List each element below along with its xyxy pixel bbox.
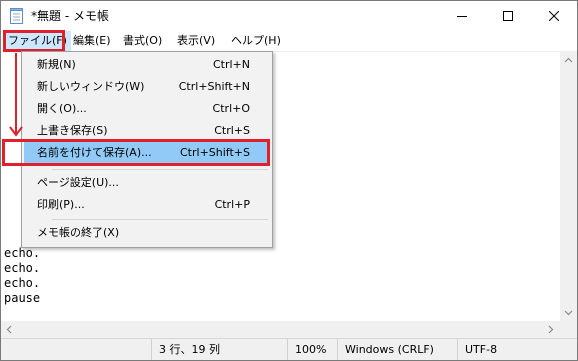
maximize-icon: [503, 11, 513, 21]
menu-item-label: 新しいウィンドウ(W): [37, 80, 145, 93]
menu-bar: ファイル(F) 編集(E) 書式(O) 表示(V) ヘルプ(H): [1, 31, 577, 52]
editor-line: echo.: [4, 246, 41, 260]
status-cursor-position: 3 行、19 列: [151, 339, 285, 360]
notepad-app-icon: [10, 8, 23, 24]
close-button[interactable]: [531, 1, 577, 31]
minimize-button[interactable]: [439, 1, 485, 31]
close-icon: [549, 11, 559, 21]
menu-item-label: 開く(O)...: [37, 102, 87, 115]
menu-item-label: 印刷(P)...: [37, 198, 85, 211]
scroll-up-icon[interactable]: [564, 56, 573, 65]
menu-item-label: ページ設定(U)...: [37, 176, 119, 189]
maximize-button[interactable]: [485, 1, 531, 31]
status-encoding: UTF-8: [457, 339, 575, 360]
editor-text: echo. echo. echo. pause: [4, 246, 40, 306]
annotation-arrow-icon: [9, 53, 23, 137]
menu-help[interactable]: ヘルプ(H): [227, 31, 285, 51]
menu-item-shortcut: Ctrl+N: [212, 58, 250, 71]
scroll-down-icon[interactable]: [564, 308, 573, 317]
window-title: *無題 - メモ帳: [31, 9, 109, 23]
vertical-scrollbar[interactable]: [560, 52, 577, 321]
menu-item-shortcut: Ctrl+Shift+N: [178, 80, 250, 93]
menu-item-exit[interactable]: メモ帳の終了(X): [24, 222, 270, 244]
menu-edit[interactable]: 編集(E): [69, 31, 115, 51]
menu-item-shortcut: Ctrl+O: [212, 102, 250, 115]
horizontal-scrollbar[interactable]: [1, 321, 560, 338]
editor-line: pause: [4, 291, 41, 305]
menu-view[interactable]: 表示(V): [173, 31, 219, 51]
menu-item-open[interactable]: 開く(O)... Ctrl+O: [24, 98, 270, 120]
minimize-icon: [457, 16, 467, 17]
menu-format[interactable]: 書式(O): [119, 31, 166, 51]
menu-item-new-window[interactable]: 新しいウィンドウ(W) Ctrl+Shift+N: [24, 76, 270, 98]
title-bar: *無題 - メモ帳: [1, 1, 577, 31]
menu-item-label: 新規(N): [37, 58, 76, 71]
menu-separator: [52, 169, 268, 170]
status-bar: 3 行、19 列 100% Windows (CRLF) UTF-8: [1, 338, 577, 360]
menu-separator: [52, 219, 268, 220]
menu-item-shortcut: Ctrl+P: [214, 198, 250, 211]
scroll-left-icon[interactable]: [5, 325, 14, 334]
notepad-window: *無題 - メモ帳 ファイル(F) 編集(E) 書式(O) 表示(V) ヘルプ(…: [0, 0, 578, 361]
menu-item-print[interactable]: 印刷(P)... Ctrl+P: [24, 194, 270, 216]
save-as-highlight-box: [2, 139, 270, 166]
menu-item-new[interactable]: 新規(N) Ctrl+N: [24, 54, 270, 76]
status-zoom: 100%: [287, 339, 335, 360]
status-line-ending: Windows (CRLF): [337, 339, 455, 360]
editor-line: echo.: [4, 261, 41, 275]
menu-item-label: メモ帳の終了(X): [37, 226, 120, 239]
editor-line: echo.: [4, 276, 41, 290]
menu-item-page-setup[interactable]: ページ設定(U)...: [24, 172, 270, 194]
scroll-right-icon[interactable]: [546, 325, 555, 334]
file-menu-highlight-box: [3, 30, 65, 52]
scrollbar-corner: [560, 321, 577, 338]
